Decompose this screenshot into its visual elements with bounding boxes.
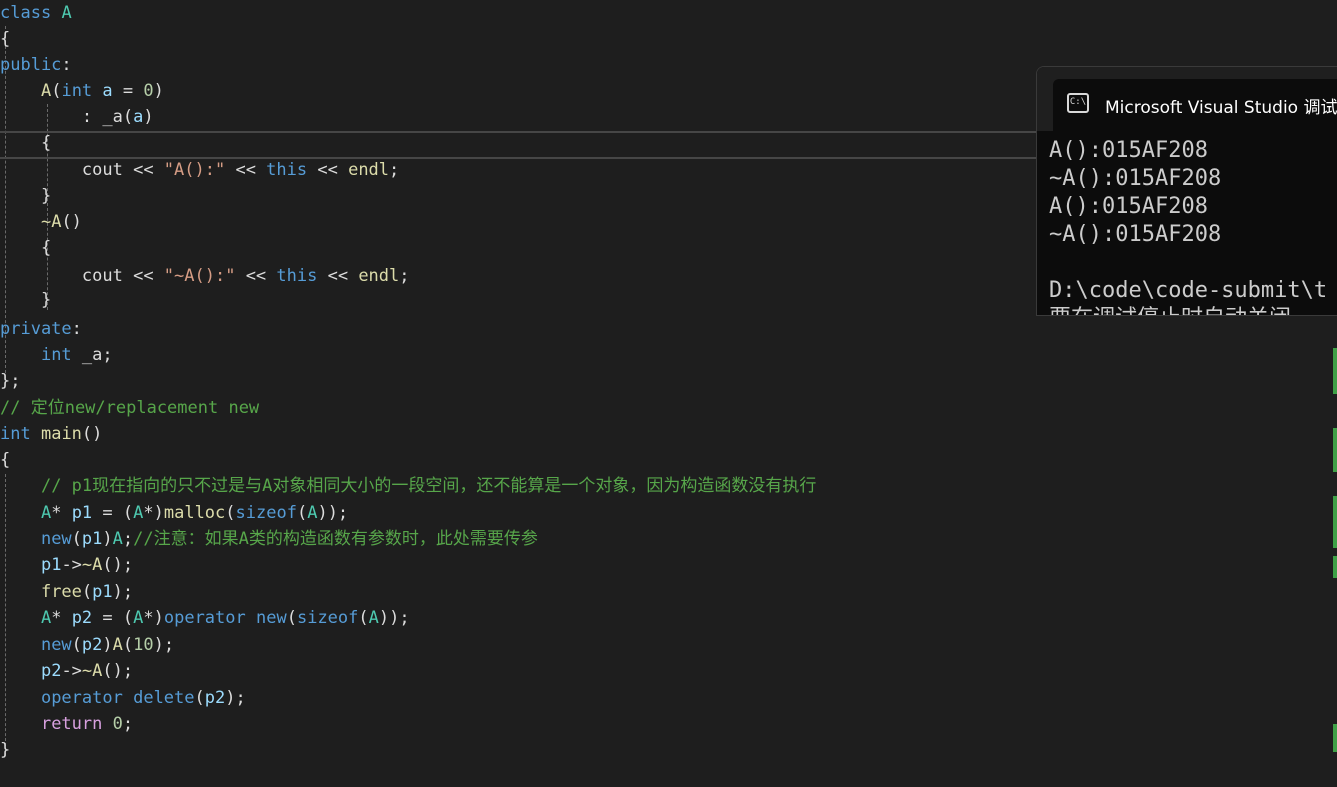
code-line-16[interactable]: // 定位new/replacement new <box>0 395 259 421</box>
code-line-15[interactable]: }; <box>0 368 20 394</box>
code-line-24[interactable]: A* p2 = (A*)operator new(sizeof(A)); <box>0 605 410 631</box>
code-line-28[interactable]: return 0; <box>0 711 133 737</box>
change-marker <box>1333 556 1337 578</box>
code-line-9[interactable]: ~A() <box>0 209 82 235</box>
code-line-5[interactable]: : _a(a) <box>0 104 154 130</box>
code-line-18[interactable]: { <box>0 447 10 473</box>
code-line-14[interactable]: int _a; <box>0 342 113 368</box>
code-line-3[interactable]: public: <box>0 52 72 78</box>
code-line-4[interactable]: A(int a = 0) <box>0 78 164 104</box>
current-line-highlight <box>0 131 1040 159</box>
change-marker <box>1333 428 1337 472</box>
code-line-29[interactable]: } <box>0 737 10 763</box>
console-output: A():015AF208 ~A():015AF208 A():015AF208 ~A(… <box>1049 137 1328 315</box>
console-output-line: 要在调试停止时自动关闭 <box>1049 305 1327 315</box>
code-line-25[interactable]: new(p2)A(10); <box>0 632 174 658</box>
code-line-26[interactable]: p2->~A(); <box>0 658 133 684</box>
console-output-line: A():015AF208 <box>1049 138 1208 163</box>
code-line-22[interactable]: p1->~A(); <box>0 552 133 578</box>
console-output-line: ~A():015AF208 <box>1049 222 1222 247</box>
code-line-12[interactable]: } <box>0 287 51 313</box>
change-marker <box>1333 348 1337 394</box>
code-line-2[interactable]: { <box>0 26 10 52</box>
code-line-6[interactable]: { <box>0 130 51 156</box>
code-line-11[interactable]: cout << "~A():" << this << endl; <box>0 263 410 289</box>
code-line-13[interactable]: private: <box>0 316 82 342</box>
console-output-line: A():015AF208 <box>1049 194 1208 219</box>
console-output-line: D:\code\code-submit\t <box>1049 278 1328 303</box>
code-line-1[interactable]: class A <box>0 0 72 26</box>
change-marker <box>1333 724 1337 752</box>
code-line-19[interactable]: // p1现在指向的只不过是与A对象相同大小的一段空间，还不能算是一个对象，因为… <box>0 473 816 499</box>
terminal-icon: C:\ <box>1067 93 1089 113</box>
change-marker <box>1333 496 1337 548</box>
code-line-23[interactable]: free(p1); <box>0 579 133 605</box>
code-line-10[interactable]: { <box>0 235 51 261</box>
code-line-20[interactable]: A* p1 = (A*)malloc(sizeof(A)); <box>0 500 348 526</box>
console-tab[interactable]: C:\ Microsoft Visual Studio 调试控制台 <box>1053 79 1337 131</box>
console-output-line: ~A():015AF208 <box>1049 166 1222 191</box>
debug-console-window[interactable]: C:\ Microsoft Visual Studio 调试控制台 A():01… <box>1036 66 1337 316</box>
console-titlebar[interactable]: C:\ Microsoft Visual Studio 调试控制台 <box>1037 67 1337 131</box>
code-line-27[interactable]: operator delete(p2); <box>0 685 246 711</box>
code-line-7[interactable]: cout << "A():" << this << endl; <box>0 157 399 183</box>
code-line-21[interactable]: new(p1)A;//注意：如果A类的构造函数有参数时，此处需要传参 <box>0 526 538 552</box>
code-line-8[interactable]: } <box>0 183 51 209</box>
code-line-17[interactable]: int main() <box>0 421 102 447</box>
console-title: Microsoft Visual Studio 调试控制台 <box>1105 98 1337 118</box>
